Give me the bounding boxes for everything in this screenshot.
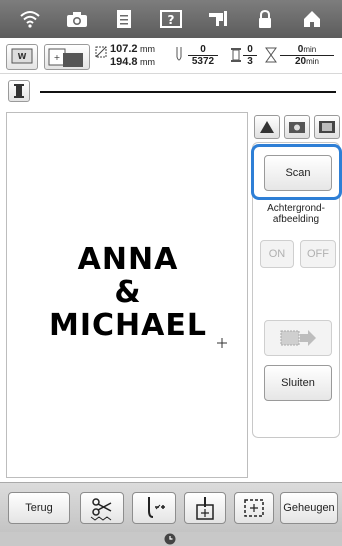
size-icon bbox=[94, 45, 108, 61]
svg-text:W: W bbox=[18, 52, 27, 61]
hourglass-icon bbox=[265, 47, 277, 65]
design-text-line-3: MICHAEL bbox=[49, 308, 207, 343]
close-button[interactable]: Sluiten bbox=[264, 365, 332, 401]
bottom-toolbar: Terug Geheugen bbox=[0, 482, 342, 532]
camera-icon[interactable] bbox=[63, 5, 91, 33]
embroidery-edit-screen: ? W + 107.2 mm 194.8 mm 0 5372 0 3 0min … bbox=[0, 0, 342, 546]
tension-button[interactable] bbox=[132, 492, 176, 524]
send-pattern-icon bbox=[280, 330, 316, 346]
clock-icon bbox=[164, 533, 176, 545]
time-unit-top: min bbox=[303, 45, 317, 54]
svg-text:?: ? bbox=[168, 13, 175, 27]
top-toolbar: ? bbox=[0, 0, 342, 38]
stitch-total: 5372 bbox=[188, 55, 218, 67]
triangle-view-icon[interactable] bbox=[254, 115, 280, 139]
needle-position-button[interactable] bbox=[184, 492, 226, 524]
thread-progress-line bbox=[40, 91, 336, 93]
size-width-unit: mm bbox=[140, 44, 156, 54]
background-image-label: Achtergrond- afbeelding bbox=[254, 203, 338, 225]
info-bar: W + 107.2 mm 194.8 mm 0 5372 0 3 0min 20… bbox=[0, 38, 342, 74]
design-text-line-2: & bbox=[114, 275, 142, 310]
home-icon[interactable] bbox=[298, 5, 326, 33]
time-unit-bottom: min bbox=[306, 57, 319, 66]
screen-view-icon[interactable] bbox=[314, 115, 340, 139]
send-pattern-button[interactable] bbox=[264, 320, 332, 356]
size-height-unit: mm bbox=[140, 57, 156, 67]
trial-button[interactable] bbox=[234, 492, 274, 524]
background-label-line-1: Achtergrond- bbox=[267, 203, 325, 214]
size-width-value: 107.2 bbox=[110, 43, 138, 55]
camera-view-icon[interactable] bbox=[284, 115, 310, 139]
background-off-button[interactable]: OFF bbox=[300, 240, 336, 268]
svg-text:+: + bbox=[54, 53, 61, 62]
time-total: 20 bbox=[294, 56, 307, 67]
wifi-icon[interactable] bbox=[16, 5, 44, 33]
lock-icon[interactable] bbox=[251, 5, 279, 33]
size-width: 107.2 mm bbox=[110, 43, 156, 55]
size-height-value: 194.8 bbox=[110, 56, 138, 68]
embroidery-design: ANNA & MICHAEL bbox=[7, 243, 249, 342]
design-text-line-1: ANNA bbox=[77, 242, 179, 277]
size-height: 194.8 mm bbox=[110, 56, 156, 68]
help-icon[interactable]: ? bbox=[157, 5, 185, 33]
thread-spool-button[interactable] bbox=[8, 80, 30, 102]
time-counter: 0min 20min bbox=[280, 44, 334, 67]
stitch-current: 0 bbox=[200, 44, 206, 55]
thread-cut-button[interactable] bbox=[80, 492, 124, 524]
stitch-counter: 0 5372 bbox=[188, 44, 218, 67]
needle-position-icon bbox=[196, 497, 214, 520]
needle-position-cross-icon bbox=[217, 338, 227, 348]
document-icon[interactable] bbox=[110, 5, 138, 33]
tension-icon bbox=[148, 497, 165, 518]
view-mode-icons bbox=[254, 115, 340, 141]
back-button[interactable]: Terug bbox=[8, 492, 70, 524]
stitch-simulator-button[interactable]: W bbox=[6, 44, 38, 70]
thread-color-bar bbox=[0, 74, 342, 108]
color-counter: 0 3 bbox=[243, 44, 257, 67]
embroidery-canvas[interactable]: ANNA & MICHAEL bbox=[6, 112, 248, 478]
needle-icon bbox=[174, 47, 184, 67]
background-label-line-2: afbeelding bbox=[272, 214, 320, 225]
scissors-icon bbox=[90, 498, 112, 521]
sewing-machine-icon[interactable] bbox=[204, 5, 232, 33]
thread-spool-icon bbox=[230, 47, 242, 65]
trial-frame-icon bbox=[244, 499, 264, 517]
background-on-button[interactable]: ON bbox=[260, 240, 294, 268]
memory-button[interactable]: Geheugen bbox=[280, 492, 338, 524]
scan-highlight-frame bbox=[251, 144, 342, 200]
color-current: 0 bbox=[247, 44, 253, 55]
frame-display-button[interactable]: + bbox=[44, 44, 90, 70]
color-total: 3 bbox=[243, 55, 257, 67]
